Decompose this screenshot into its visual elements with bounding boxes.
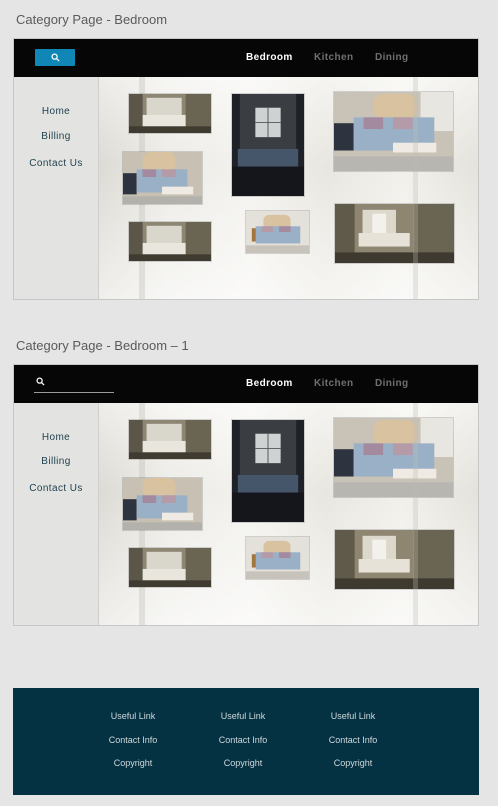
nav-bedroom[interactable]: Bedroom xyxy=(246,52,293,63)
footer-link-useful[interactable]: Useful Link xyxy=(303,711,403,721)
sidebar-item-home[interactable]: Home xyxy=(14,106,98,117)
sidebar-item-billing[interactable]: Billing xyxy=(14,456,98,467)
bedroom-photo[interactable] xyxy=(128,419,212,460)
artboard-1: Bedroom Kitchen Dining Home Billing Cont… xyxy=(13,38,479,300)
sidebar-item-contact-us[interactable]: Contact Us xyxy=(14,158,98,169)
search-input[interactable] xyxy=(34,375,114,393)
search-icon xyxy=(50,53,60,62)
nav-dining[interactable]: Dining xyxy=(375,378,409,389)
bedroom-gallery xyxy=(99,77,478,299)
bedroom-photo[interactable] xyxy=(333,417,454,498)
nav-dining[interactable]: Dining xyxy=(375,52,409,63)
bedroom-photo[interactable] xyxy=(334,529,455,590)
search-icon xyxy=(36,377,45,386)
sidebar: Home Billing Contact Us xyxy=(14,77,99,299)
footer-link-contact[interactable]: Contact Info xyxy=(303,735,403,745)
sidebar: Home Billing Contact Us xyxy=(14,403,99,625)
bedroom-photo[interactable] xyxy=(128,547,212,588)
bedroom-photo[interactable] xyxy=(128,93,212,134)
nav-bedroom[interactable]: Bedroom xyxy=(246,378,293,389)
bedroom-photo[interactable] xyxy=(122,151,203,205)
footer-link-useful[interactable]: Useful Link xyxy=(83,711,183,721)
sidebar-item-contact-us[interactable]: Contact Us xyxy=(14,483,98,494)
nav-kitchen[interactable]: Kitchen xyxy=(314,52,353,63)
footer-link-useful[interactable]: Useful Link xyxy=(193,711,293,721)
footer-link-contact[interactable]: Contact Info xyxy=(193,735,293,745)
nav-kitchen[interactable]: Kitchen xyxy=(314,378,353,389)
artboard-title-1: Category Page - Bedroom xyxy=(16,12,168,27)
footer-link-copyright[interactable]: Copyright xyxy=(193,758,293,768)
bedroom-gallery xyxy=(99,403,478,625)
bedroom-photo[interactable] xyxy=(128,221,212,262)
footer-link-contact[interactable]: Contact Info xyxy=(83,735,183,745)
top-navbar: Bedroom Kitchen Dining xyxy=(14,39,478,77)
bedroom-photo[interactable] xyxy=(334,203,455,264)
artboard-title-2: Category Page - Bedroom – 1 xyxy=(16,338,189,353)
bedroom-photo[interactable] xyxy=(333,91,454,172)
bedroom-photo[interactable] xyxy=(245,210,310,254)
footer: Useful Link Contact Info Copyright Usefu… xyxy=(13,688,479,795)
bedroom-photo[interactable] xyxy=(122,477,203,531)
top-navbar: Bedroom Kitchen Dining xyxy=(14,365,478,403)
footer-link-copyright[interactable]: Copyright xyxy=(83,758,183,768)
footer-link-copyright[interactable]: Copyright xyxy=(303,758,403,768)
bedroom-photo[interactable] xyxy=(245,536,310,580)
sidebar-item-billing[interactable]: Billing xyxy=(14,131,98,142)
search-button[interactable] xyxy=(35,49,75,66)
bedroom-photo[interactable] xyxy=(231,93,305,197)
sidebar-item-home[interactable]: Home xyxy=(14,432,98,443)
bedroom-photo[interactable] xyxy=(231,419,305,523)
artboard-2: Bedroom Kitchen Dining Home Billing Cont… xyxy=(13,364,479,626)
